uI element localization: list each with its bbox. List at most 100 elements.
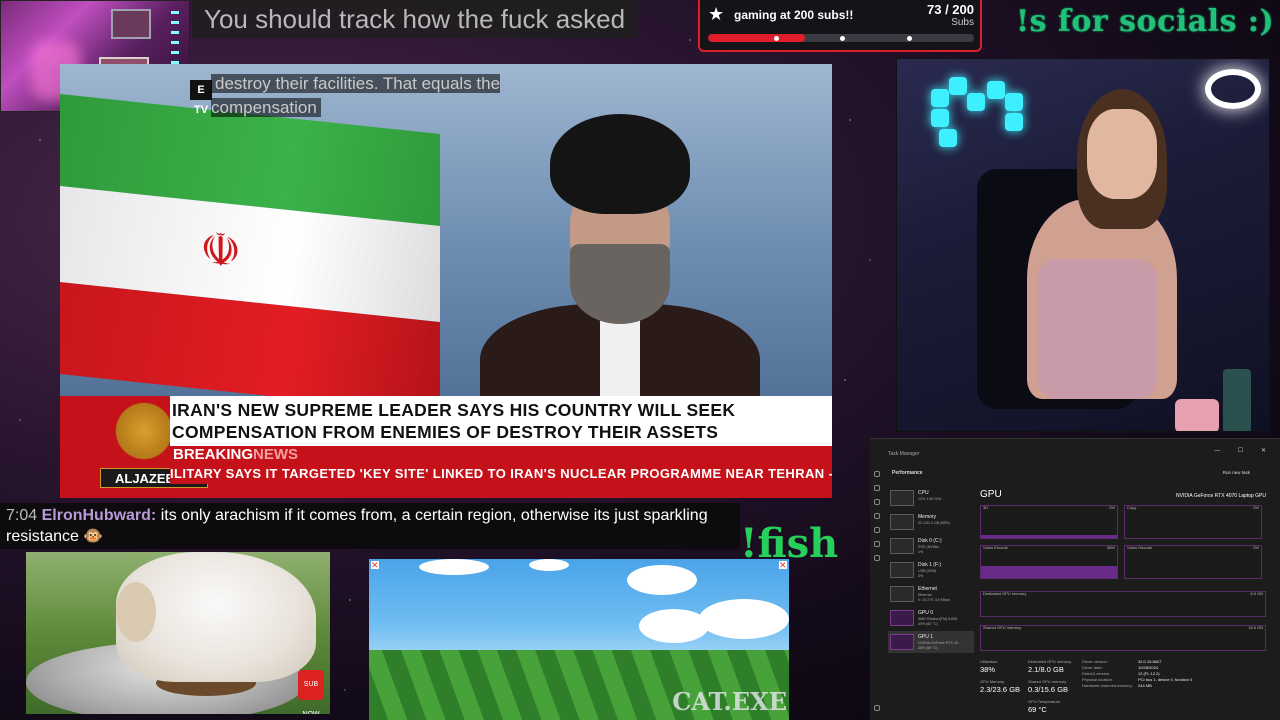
temperature-value: 69 °C — [1028, 705, 1047, 714]
resource-thumbnail — [890, 514, 914, 530]
window-controls[interactable]: — ☐ ✕ — [1214, 447, 1274, 454]
resource-name: GPU 0 — [918, 610, 934, 616]
services-icon[interactable] — [874, 555, 880, 561]
utilization-stat: Utilization 38% — [980, 659, 997, 674]
hex-light — [987, 81, 1005, 99]
resource-thumbnail — [890, 634, 914, 650]
sub-goal-progress-fill — [708, 34, 806, 42]
cloud — [627, 565, 697, 595]
details-icon[interactable] — [874, 541, 880, 547]
dedicated-memory-label: Dedicated GPU memory — [983, 591, 1027, 596]
users-icon[interactable] — [874, 527, 880, 533]
close-icon[interactable]: ✕ — [371, 561, 379, 570]
hex-light — [931, 89, 949, 107]
channel-tag: E TV — [190, 80, 212, 116]
cloud — [639, 609, 709, 643]
resource-item[interactable]: Disk 1 (F:) USB (USB) 0% — [888, 559, 974, 581]
resource-item[interactable]: Disk 0 (C:) SSD (NVMe) 1% — [888, 535, 974, 557]
section-title: Performance — [892, 470, 923, 476]
headline-line-2: COMPENSATION FROM ENEMIES OF DESTROY THE… — [172, 422, 719, 442]
shared-memory-label: Shared GPU memory — [983, 625, 1022, 630]
engine-graph: Copy 0% — [1124, 505, 1262, 539]
drink-can — [1223, 369, 1251, 431]
app-history-icon[interactable] — [874, 499, 880, 505]
detail-value: PCI bus 1, device 0, function 0 — [1138, 677, 1193, 682]
resource-thumbnail — [890, 586, 914, 602]
game-label: CAT.EXE — [672, 687, 787, 716]
settings-icon[interactable] — [874, 705, 880, 711]
subscribe-badge: SUB NOW — [298, 670, 324, 714]
engine-graph: 3D 0% — [980, 505, 1118, 539]
news-closed-caption: destroy their facilities. That equals th… — [211, 72, 511, 120]
engine-fill — [981, 535, 1117, 538]
close-icon[interactable]: ✕ — [779, 561, 787, 570]
news-lower-third: ALJAZEERA IRAN'S NEW SUPREME LEADER SAYS… — [60, 396, 832, 498]
resource-name: GPU 1 — [918, 634, 934, 640]
shared-memory-stat: Shared GPU memory 0.3/15.6 GB — [1028, 679, 1068, 694]
processes-icon[interactable] — [874, 471, 880, 477]
resource-thumbnail — [890, 610, 914, 626]
detail-key: Physical location: — [1082, 677, 1113, 682]
resource-item[interactable]: CPU 12% 1.69 GHz — [888, 487, 974, 509]
resource-name: Disk 0 (C:) — [918, 538, 942, 544]
chat-message: 7:04 ElronHubward: its only arachism if … — [0, 503, 740, 549]
engine-percent: 38% — [1106, 545, 1115, 550]
resource-thumbnail — [890, 490, 914, 506]
run-new-task-button[interactable]: Run new task — [1223, 470, 1250, 475]
detail-value: 244 MB — [1138, 683, 1152, 688]
news-headline: IRAN'S NEW SUPREME LEADER SAYS HIS COUNT… — [170, 396, 832, 446]
shared-stat-label: Shared GPU memory — [1028, 679, 1067, 684]
gpu-memory-value: 2.3/23.6 GB — [980, 685, 1021, 694]
engine-label: Video Encode — [983, 545, 1008, 550]
resource-item[interactable]: Memory 22.1/31.2 GB (68%) — [888, 511, 974, 533]
milestone-dot — [840, 36, 845, 41]
gpu-memory-stat: GPU Memory 2.3/23.6 GB — [980, 679, 1020, 694]
resource-detail: 22.1/31.2 GB (68%) — [918, 521, 950, 525]
resource-detail: NVIDIA GeForce RTX 40... — [918, 641, 961, 645]
detail-key: Driver date: — [1082, 665, 1103, 670]
dedicated-memory-graph: Dedicated GPU memory 8.0 GB — [980, 591, 1266, 617]
sub-goal-title: gaming at 200 subs!! — [734, 8, 854, 22]
performance-icon[interactable] — [874, 485, 880, 491]
task-manager-window[interactable]: Task Manager — ☐ ✕ Performance Run new t… — [870, 438, 1280, 720]
resource-detail: 12% 1.69 GHz — [918, 497, 942, 501]
breaking-news-label: BREAKINGNEWS — [173, 446, 298, 463]
startup-icon[interactable] — [874, 513, 880, 519]
iran-flag: ☫ — [60, 94, 440, 414]
sub-goal-unit: Subs — [951, 17, 974, 28]
sub-goal-count: 73 / 200 — [927, 2, 974, 17]
resource-detail: 38% (69 °C) — [918, 646, 938, 650]
engine-label: 3D — [983, 505, 989, 510]
dedicated-memory-value: 2.1/8.0 GB — [1028, 665, 1064, 674]
resource-item[interactable]: Ethernet Ethernet S: 20.2 R: 3.9 Mbps — [888, 583, 974, 605]
resource-detail: 40% (60 °C) — [918, 622, 938, 626]
cloud — [699, 599, 789, 639]
resource-detail: 0% — [918, 574, 924, 578]
breaking-word: BREAKING — [173, 446, 254, 463]
engine-percent: 0% — [1109, 505, 1115, 510]
engine-fill — [981, 565, 1117, 578]
closed-caption-text: destroy their facilities. That equals th… — [211, 74, 501, 117]
gpu-model: NVIDIA GeForce RTX 4070 Laptop GPU — [1176, 493, 1266, 499]
chat-username[interactable]: ElronHubward: — [42, 507, 157, 524]
puppy-ear — [116, 582, 156, 642]
hex-light — [949, 77, 967, 95]
sub-goal-widget: ★ gaming at 200 subs!! 73 / 200 Subs — [698, 0, 982, 52]
resource-item[interactable]: GPU 0 AMD Radeon(TM) 610M 40% (60 °C) — [888, 607, 974, 629]
dedicated-memory-max: 8.0 GB — [1250, 591, 1263, 596]
tm-header: Performance Run new task — [870, 465, 1280, 479]
engine-percent: 0% — [1253, 545, 1259, 550]
detail-key: Driver version: — [1082, 659, 1108, 664]
streamer-webcam — [896, 58, 1270, 432]
utilization-label: Utilization — [980, 659, 998, 664]
news-video-player[interactable]: ☫ ALJAZEERA IRAN'S NEW SUPREME LEADER SA… — [60, 64, 832, 498]
resource-item[interactable]: GPU 1 NVIDIA GeForce RTX 40... 38% (69 °C) — [888, 631, 974, 653]
game-window[interactable]: ✕ ✕ CAT.EXE — [369, 559, 789, 720]
mug — [1175, 399, 1219, 431]
detail-key: DirectX version: — [1082, 671, 1111, 676]
dedicated-stat-label: Dedicated GPU memory — [1028, 659, 1072, 664]
news-ticker: ILITARY SAYS IT TARGETED 'KEY SITE' LINK… — [170, 464, 832, 484]
puppy-video: SUB NOW — [26, 552, 330, 714]
detail-key: Hardware reserved memory: — [1082, 683, 1133, 688]
resource-detail: SSD (NVMe) — [918, 545, 939, 549]
